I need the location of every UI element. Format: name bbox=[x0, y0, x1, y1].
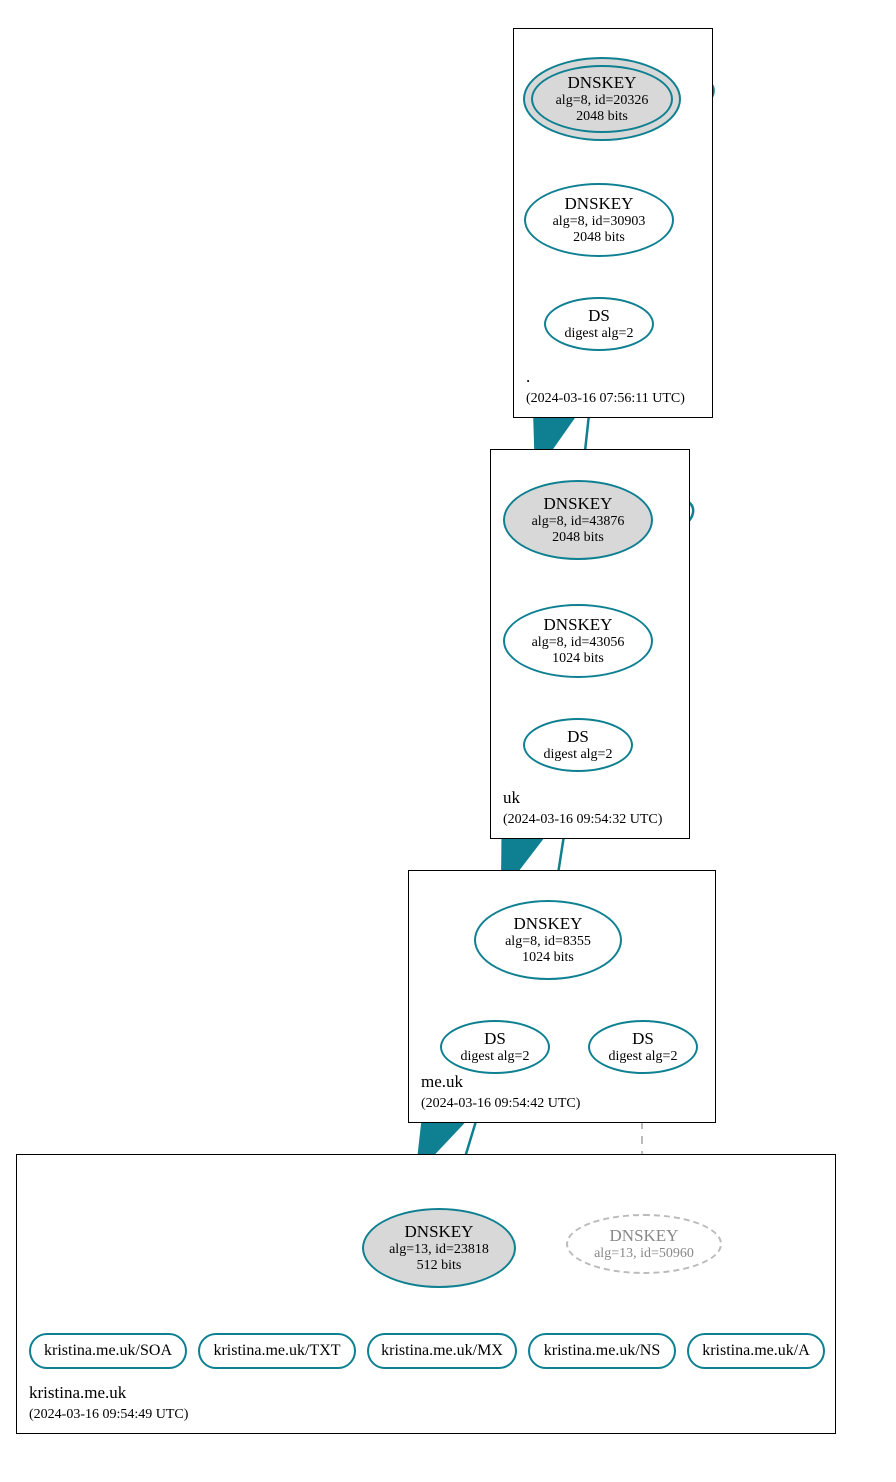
zone-kristina-label: kristina.me.uk bbox=[29, 1383, 126, 1403]
rr-txt: kristina.me.uk/TXT bbox=[198, 1333, 356, 1369]
root-ksk-l1: alg=8, id=20326 bbox=[556, 93, 649, 109]
rr-ns-txt: kristina.me.uk/NS bbox=[544, 1342, 660, 1360]
kristina-key-l2: 512 bits bbox=[417, 1258, 462, 1274]
rr-a-txt: kristina.me.uk/A bbox=[702, 1342, 810, 1360]
root-zsk-l1: alg=8, id=30903 bbox=[553, 214, 646, 230]
root-zsk-l2: 2048 bits bbox=[573, 230, 625, 246]
uk-zsk: DNSKEY alg=8, id=43056 1024 bits bbox=[503, 604, 653, 678]
meuk-ds1-l1: digest alg=2 bbox=[461, 1049, 530, 1065]
zone-kristina: kristina.me.uk (2024-03-16 09:54:49 UTC) bbox=[16, 1154, 836, 1434]
kristina-key2-title: DNSKEY bbox=[610, 1226, 679, 1246]
root-ds-l1: digest alg=2 bbox=[565, 326, 634, 342]
uk-ds: DS digest alg=2 bbox=[523, 718, 633, 772]
uk-ksk: DNSKEY alg=8, id=43876 2048 bits bbox=[503, 480, 653, 560]
meuk-key-l2: 1024 bits bbox=[522, 950, 574, 966]
rr-ns: kristina.me.uk/NS bbox=[528, 1333, 676, 1369]
zone-uk-label: uk bbox=[503, 788, 520, 808]
rr-mx: kristina.me.uk/MX bbox=[367, 1333, 517, 1369]
uk-zsk-l2: 1024 bits bbox=[552, 651, 604, 667]
kristina-key-title: DNSKEY bbox=[405, 1222, 474, 1242]
kristina-key2-l1: alg=13, id=50960 bbox=[594, 1246, 694, 1262]
meuk-key-title: DNSKEY bbox=[514, 914, 583, 934]
meuk-ds1: DS digest alg=2 bbox=[440, 1020, 550, 1074]
root-ksk-l2: 2048 bits bbox=[576, 109, 628, 125]
meuk-ds2-l1: digest alg=2 bbox=[609, 1049, 678, 1065]
zone-root-label: . bbox=[526, 367, 530, 387]
meuk-ds2: DS digest alg=2 bbox=[588, 1020, 698, 1074]
root-ds-title: DS bbox=[588, 306, 610, 326]
zone-uk-time: (2024-03-16 09:54:32 UTC) bbox=[503, 812, 662, 828]
meuk-ds2-title: DS bbox=[632, 1029, 654, 1049]
uk-ds-title: DS bbox=[567, 727, 589, 747]
zone-meuk-time: (2024-03-16 09:54:42 UTC) bbox=[421, 1096, 580, 1112]
zone-meuk-label: me.uk bbox=[421, 1072, 463, 1092]
uk-ksk-l1: alg=8, id=43876 bbox=[532, 514, 625, 530]
kristina-key: DNSKEY alg=13, id=23818 512 bits bbox=[362, 1208, 516, 1288]
meuk-ds1-title: DS bbox=[484, 1029, 506, 1049]
meuk-key: DNSKEY alg=8, id=8355 1024 bits bbox=[474, 900, 622, 980]
kristina-key-l1: alg=13, id=23818 bbox=[389, 1242, 489, 1258]
zone-root-time: (2024-03-16 07:56:11 UTC) bbox=[526, 391, 685, 407]
uk-zsk-l1: alg=8, id=43056 bbox=[532, 635, 625, 651]
zone-kristina-time: (2024-03-16 09:54:49 UTC) bbox=[29, 1407, 188, 1423]
uk-zsk-title: DNSKEY bbox=[544, 615, 613, 635]
root-ksk-title: DNSKEY bbox=[568, 73, 637, 93]
uk-ds-l1: digest alg=2 bbox=[544, 747, 613, 763]
rr-mx-txt: kristina.me.uk/MX bbox=[381, 1342, 503, 1360]
uk-ksk-title: DNSKEY bbox=[544, 494, 613, 514]
uk-ksk-l2: 2048 bits bbox=[552, 530, 604, 546]
rr-a: kristina.me.uk/A bbox=[687, 1333, 825, 1369]
rr-soa-txt: kristina.me.uk/SOA bbox=[44, 1342, 172, 1360]
rr-txt-txt: kristina.me.uk/TXT bbox=[213, 1342, 340, 1360]
root-ds: DS digest alg=2 bbox=[544, 297, 654, 351]
root-zsk-title: DNSKEY bbox=[565, 194, 634, 214]
kristina-key2-dashed: DNSKEY alg=13, id=50960 bbox=[566, 1214, 722, 1274]
rr-soa: kristina.me.uk/SOA bbox=[29, 1333, 187, 1369]
root-zsk: DNSKEY alg=8, id=30903 2048 bits bbox=[524, 183, 674, 257]
meuk-key-l1: alg=8, id=8355 bbox=[505, 934, 591, 950]
root-ksk: DNSKEY alg=8, id=20326 2048 bits bbox=[523, 57, 681, 141]
